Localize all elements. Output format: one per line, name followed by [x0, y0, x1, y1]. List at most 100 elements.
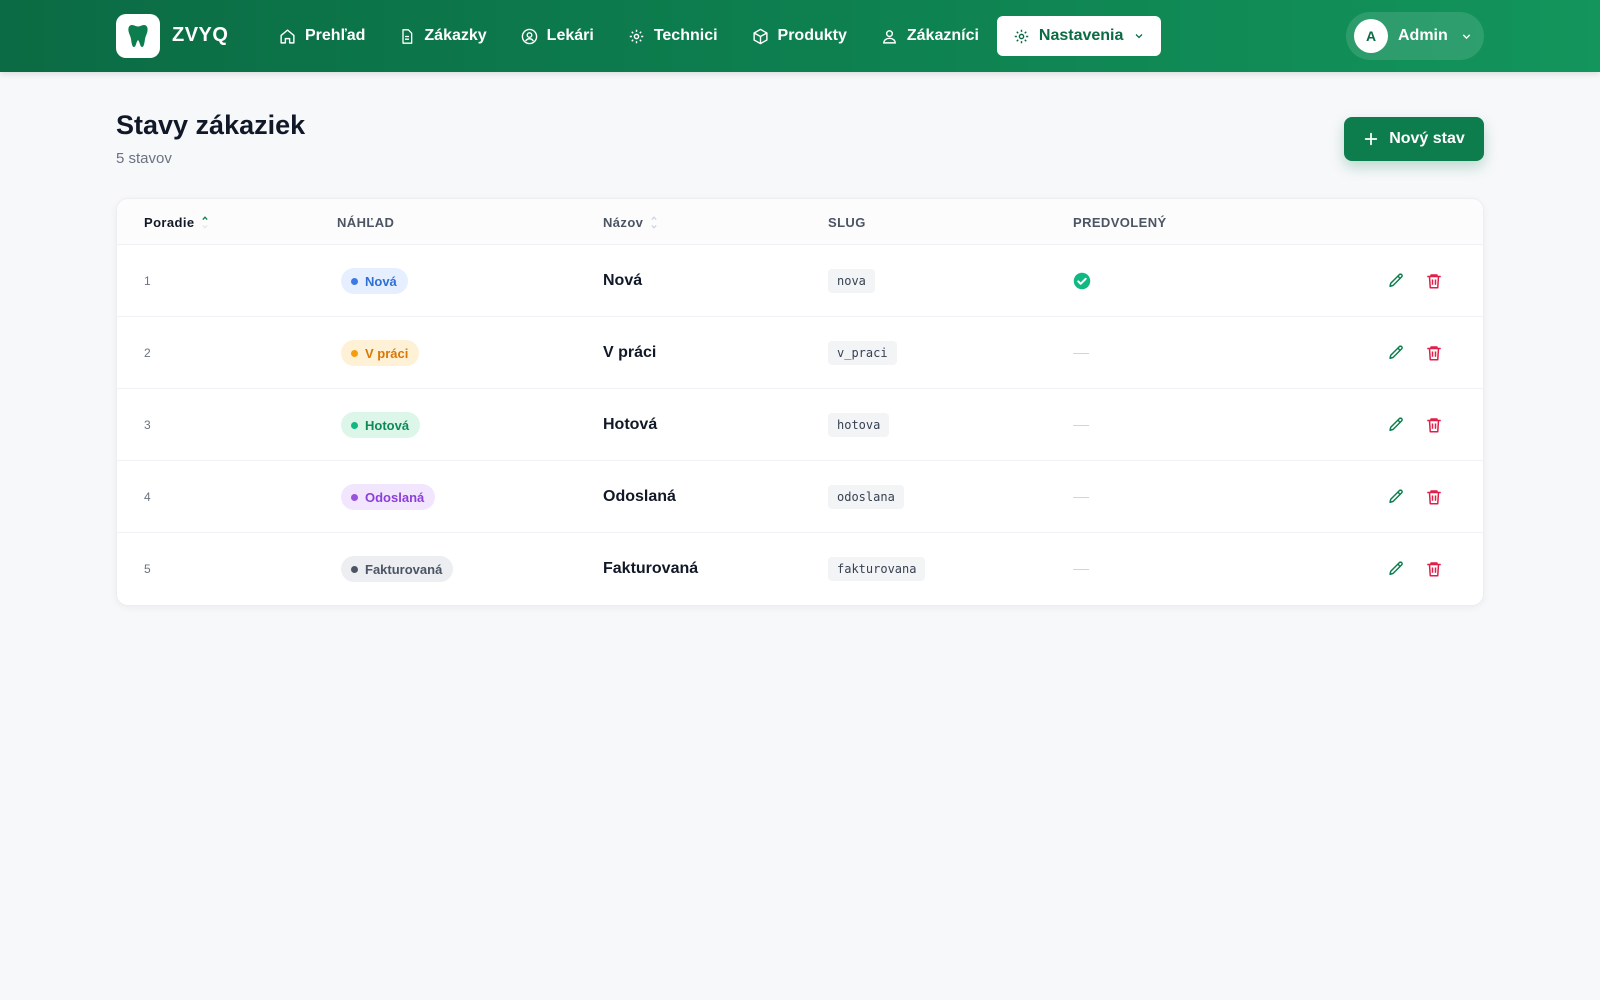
status-badge: Odoslaná	[341, 484, 436, 510]
column-header-preview: NÁHĽAD	[337, 215, 395, 230]
row-slug: odoslana	[828, 461, 904, 533]
table-body: 1 Nová Nová nova 2 V práci V práci v_pra…	[117, 245, 1483, 605]
plus-icon	[1363, 131, 1379, 147]
row-default	[1073, 389, 1089, 461]
table-row: 2 V práci V práci v_praci	[117, 317, 1483, 389]
status-badge-label: Fakturovaná	[365, 561, 443, 577]
empty-dash	[1073, 352, 1089, 354]
row-order: 3	[144, 418, 151, 432]
trash-icon	[1427, 274, 1441, 289]
nav-item-nastavenia[interactable]: Nastavenia	[996, 16, 1162, 56]
trash-icon	[1427, 418, 1441, 433]
row-preview: Odoslaná	[341, 461, 436, 533]
table-header: Poradie NÁHĽAD Názov SLUG PREDVOLENÝ	[117, 199, 1483, 245]
delete-button[interactable]	[1425, 488, 1443, 506]
row-preview: Nová	[341, 245, 408, 317]
status-dot	[351, 349, 358, 357]
nav-item-label: Nastavenia	[1038, 27, 1124, 44]
delete-button[interactable]	[1425, 272, 1443, 290]
document-icon	[399, 28, 415, 45]
table-row: 5 Fakturovaná Fakturovaná fakturovana	[117, 533, 1483, 605]
status-dot	[351, 421, 358, 429]
page-subtitle: 5 stavov	[116, 150, 172, 167]
status-badge-label: Nová	[365, 273, 397, 289]
person-icon	[881, 28, 898, 45]
status-badge: V práci	[341, 340, 420, 366]
user-circle-icon	[521, 28, 538, 45]
row-slug: v_praci	[828, 317, 897, 389]
table-row: 1 Nová Nová nova	[117, 245, 1483, 317]
row-name: Hotová	[603, 416, 658, 433]
gear-icon	[1013, 28, 1030, 45]
edit-button[interactable]	[1387, 488, 1405, 506]
slug-code: nova	[828, 269, 875, 293]
nav-item-prehlad[interactable]: Prehľad	[262, 16, 382, 56]
empty-dash	[1073, 496, 1089, 498]
row-name: Fakturovaná	[603, 560, 699, 577]
user-name: Admin	[1398, 27, 1448, 44]
column-header-name[interactable]: Názov	[603, 215, 657, 230]
top-navbar: ZVYQ Prehľad Zákazky Lekári Technici Pro…	[0, 0, 1600, 72]
table-row: 3 Hotová Hotová hotova	[117, 389, 1483, 461]
new-status-button-label: Nový stav	[1389, 130, 1465, 147]
nav-item-produkty[interactable]: Produkty	[735, 16, 864, 56]
row-default	[1073, 245, 1091, 317]
row-slug: nova	[828, 245, 875, 317]
nav-item-label: Produkty	[777, 27, 847, 44]
statuses-table: Poradie NÁHĽAD Názov SLUG PREDVOLENÝ 1 N…	[116, 198, 1484, 606]
sort-asc-icon	[202, 216, 209, 229]
nav-item-label: Technici	[653, 27, 718, 44]
trash-icon	[1427, 490, 1441, 505]
row-default	[1073, 317, 1089, 389]
user-menu[interactable]: A Admin	[1346, 12, 1484, 60]
new-status-button[interactable]: Nový stav	[1344, 117, 1484, 161]
status-badge: Nová	[341, 268, 408, 294]
column-header-order[interactable]: Poradie	[144, 215, 209, 230]
row-name: Nová	[603, 272, 643, 289]
edit-button[interactable]	[1387, 416, 1405, 434]
delete-button[interactable]	[1425, 560, 1443, 578]
nav-item-zakaznici[interactable]: Zákazníci	[864, 16, 996, 56]
nav-item-label: Zákazky	[424, 27, 487, 44]
row-name: Odoslaná	[603, 488, 676, 505]
pencil-icon	[1389, 561, 1403, 575]
sort-icon	[651, 216, 657, 229]
check-circle-icon	[1073, 272, 1091, 290]
nav-item-lekari[interactable]: Lekári	[504, 16, 611, 56]
page-title: Stavy zákaziek	[116, 110, 306, 140]
delete-button[interactable]	[1425, 416, 1443, 434]
row-slug: fakturovana	[828, 533, 926, 605]
row-preview: Hotová	[341, 389, 421, 461]
column-header-label: Názov	[603, 215, 644, 230]
empty-dash	[1073, 568, 1089, 570]
slug-code: odoslana	[828, 485, 904, 509]
pencil-icon	[1389, 489, 1403, 503]
pencil-icon	[1389, 417, 1403, 431]
row-slug: hotova	[828, 389, 890, 461]
row-name: V práci	[603, 344, 657, 361]
pencil-icon	[1389, 273, 1403, 287]
gear-icon	[628, 28, 645, 45]
nav-item-technici[interactable]: Technici	[611, 16, 735, 56]
trash-icon	[1427, 346, 1441, 361]
row-actions	[1387, 389, 1443, 461]
column-header-slug: SLUG	[828, 215, 866, 230]
edit-button[interactable]	[1387, 272, 1405, 290]
row-order: 1	[144, 274, 151, 288]
edit-button[interactable]	[1387, 560, 1405, 578]
delete-button[interactable]	[1425, 344, 1443, 362]
chevron-down-icon	[1460, 30, 1473, 43]
nav-item-zakazky[interactable]: Zákazky	[382, 16, 503, 56]
status-badge: Hotová	[341, 412, 421, 438]
avatar: A	[1354, 19, 1388, 53]
row-order: 5	[144, 562, 151, 576]
app-name: ZVYQ	[172, 24, 229, 46]
column-header-default: PREDVOLENÝ	[1073, 215, 1167, 230]
edit-button[interactable]	[1387, 344, 1405, 362]
row-actions	[1387, 245, 1443, 317]
nav-item-label: Prehľad	[305, 27, 366, 44]
column-header-label: Poradie	[144, 215, 195, 230]
brand[interactable]: ZVYQ	[116, 13, 228, 58]
status-dot	[351, 565, 358, 573]
row-preview: V práci	[341, 317, 420, 389]
